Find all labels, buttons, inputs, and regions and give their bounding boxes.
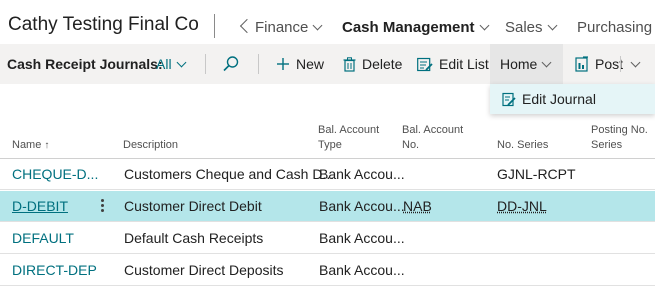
header-label: Series — [591, 139, 623, 151]
edit-journal-icon — [502, 92, 516, 106]
sort-ascending-icon: ↑ — [44, 140, 50, 151]
header-label: Bal. Account — [318, 124, 380, 136]
row-description: Default Cash Receipts — [124, 230, 264, 246]
home-dropdown-menu: Edit Journal — [490, 84, 655, 114]
row-name-link[interactable]: DEFAULT — [12, 223, 74, 254]
nav-item-label: Sales — [505, 19, 543, 36]
chevron-down-icon — [541, 57, 552, 67]
row-name-link[interactable]: CHEQUE-D... — [12, 159, 98, 190]
post-split-dropdown[interactable] — [626, 44, 641, 84]
company-name[interactable]: Cathy Testing Final Co — [8, 14, 199, 36]
chevron-down-icon — [547, 20, 557, 31]
post-label: Post — [595, 56, 624, 72]
column-header-bal-account-no[interactable]: Bal. Account No. — [402, 123, 463, 153]
nav-item-purchasing[interactable]: Purchasing — [577, 19, 655, 36]
header-label: Posting No. — [591, 124, 648, 136]
new-label: New — [296, 56, 325, 72]
nav-item-sales[interactable]: Sales — [505, 19, 557, 36]
column-header-description[interactable]: Description — [123, 138, 178, 153]
post-button[interactable]: Post — [575, 44, 623, 84]
menu-item-edit-journal[interactable]: Edit Journal — [502, 91, 596, 107]
top-navigation: Cathy Testing Final Co Finance Cash Mana… — [0, 0, 655, 46]
column-header-bal-account-type[interactable]: Bal. Account Type — [318, 123, 379, 153]
action-divider — [258, 54, 259, 74]
delete-button[interactable]: Delete — [343, 44, 402, 84]
row-description: Customer Direct Deposits — [124, 262, 284, 278]
table-row[interactable]: CHEQUE-D... Customers Cheque and Cash D.… — [0, 159, 655, 190]
view-filter-label: All — [156, 56, 172, 72]
table-row[interactable]: DIRECT-DEP Customer Direct Deposits Bank… — [0, 255, 655, 286]
row-description: Customers Cheque and Cash D... — [124, 166, 335, 182]
home-menu-button[interactable]: Home — [490, 44, 563, 84]
nav-item-label: Purchasing — [577, 19, 653, 36]
search-button[interactable] — [222, 44, 246, 84]
row-bal-account-no[interactable]: NAB — [403, 191, 432, 222]
view-filter-dropdown[interactable]: All — [156, 44, 187, 84]
row-bal-account-type: Bank Accou... — [319, 262, 405, 278]
delete-label: Delete — [362, 56, 403, 72]
row-bal-account-type: Bank Accou... — [319, 198, 405, 214]
header-label: Bal. Account — [402, 124, 464, 136]
table-row-selected[interactable]: D-DEBIT Customer Direct Debit Bank Accou… — [0, 191, 655, 222]
plus-icon — [277, 58, 289, 70]
nav-item-finance[interactable]: Finance — [255, 19, 323, 36]
row-no-series: GJNL-RCPT — [497, 166, 576, 182]
row-name-link[interactable]: D-DEBIT — [12, 191, 68, 222]
action-bar: Cash Receipt Journals: All New Delete Ed… — [0, 44, 655, 84]
page-title: Cash Receipt Journals: — [7, 56, 163, 72]
row-bal-account-type: Bank Accou... — [319, 166, 405, 182]
header-label: No. — [402, 139, 420, 151]
nav-item-label: Finance — [255, 19, 309, 36]
row-name-link[interactable]: DIRECT-DEP — [12, 255, 97, 286]
action-divider — [620, 56, 621, 72]
edit-list-icon — [417, 57, 433, 71]
row-no-series[interactable]: DD-JNL — [497, 191, 547, 222]
header-label: Name — [12, 139, 42, 151]
edit-list-button[interactable]: Edit List — [417, 44, 489, 84]
search-icon — [223, 56, 239, 72]
chevron-down-icon — [176, 57, 187, 67]
nav-divider — [214, 14, 215, 38]
new-button[interactable]: New — [276, 44, 324, 84]
row-description: Customer Direct Debit — [124, 198, 262, 214]
column-header-name[interactable]: Name ↑ — [12, 138, 49, 153]
trash-icon — [343, 56, 356, 72]
menu-item-label: Edit Journal — [522, 91, 596, 107]
column-header-posting-no-series[interactable]: Posting No. Series — [591, 123, 648, 153]
chevron-down-icon — [630, 57, 641, 67]
header-label: Type — [318, 139, 342, 151]
chevron-left-icon[interactable] — [239, 18, 255, 34]
home-label: Home — [500, 56, 538, 72]
edit-list-label: Edit List — [439, 56, 489, 72]
column-header-no-series[interactable]: No. Series — [497, 138, 548, 153]
nav-item-cash-management[interactable]: Cash Management — [342, 19, 489, 36]
chevron-down-icon — [312, 20, 323, 31]
table-row[interactable]: DEFAULT Default Cash Receipts Bank Accou… — [0, 223, 655, 254]
post-icon — [575, 56, 588, 72]
row-bal-account-type: Bank Accou... — [319, 230, 405, 246]
chevron-down-icon — [479, 20, 489, 31]
action-divider — [205, 54, 206, 74]
nav-item-label: Cash Management — [342, 19, 475, 36]
row-actions-kebab-icon[interactable] — [101, 199, 105, 215]
